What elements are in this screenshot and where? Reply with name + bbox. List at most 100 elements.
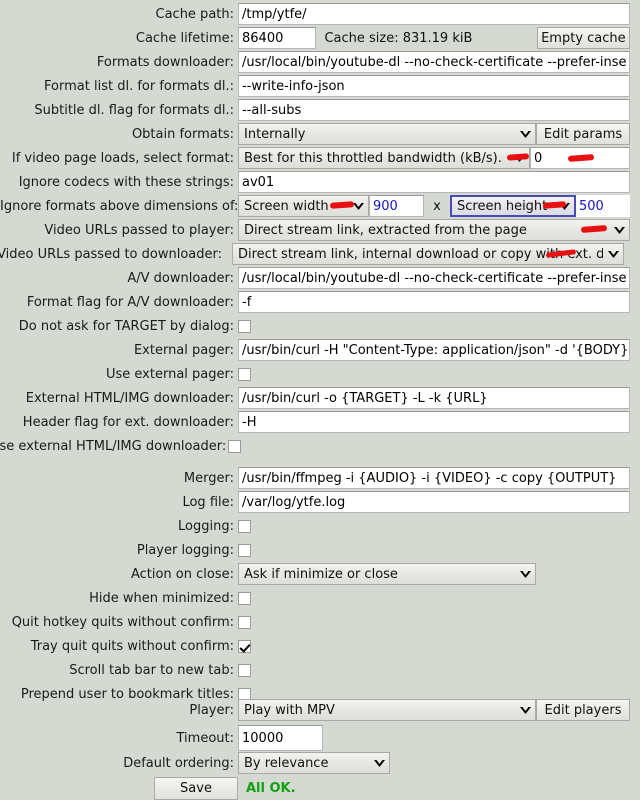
status-message: All OK. xyxy=(246,780,296,796)
screen-width-value: Screen width xyxy=(244,198,329,214)
screen-height-value: Screen height xyxy=(457,198,548,214)
row-header-flag: Header flag for ext. downloader: -H xyxy=(0,410,640,434)
screen-height-input[interactable]: 500 xyxy=(576,195,630,217)
chevron-down-icon xyxy=(509,154,529,163)
dimension-separator: x xyxy=(433,198,441,214)
player-logging-checkbox[interactable] xyxy=(238,543,251,557)
logging-checkbox[interactable] xyxy=(238,519,251,533)
ignore-codecs-input[interactable]: av01 xyxy=(238,171,630,193)
merger-input[interactable]: /usr/bin/ffmpeg -i {AUDIO} -i {VIDEO} -c… xyxy=(238,467,630,489)
chevron-down-icon xyxy=(348,202,368,211)
row-default-ordering: Default ordering: By relevance xyxy=(0,752,640,774)
label-logging: Logging: xyxy=(178,518,234,534)
action-on-close-select[interactable]: Ask if minimize or close xyxy=(238,563,536,585)
row-formats-downloader: Formats downloader: /usr/local/bin/youtu… xyxy=(0,50,640,74)
label-format-flag: Format flag for A/V downloader: xyxy=(26,294,234,310)
label-subtitle-flag: Subtitle dl. flag for formats dl.: xyxy=(34,102,234,118)
cache-path-input[interactable]: /tmp/ytfe/ xyxy=(238,3,630,25)
edit-players-button[interactable]: Edit players xyxy=(536,699,630,721)
row-scroll-tab-bar: Scroll tab bar to new tab: xyxy=(0,658,640,682)
header-flag-input[interactable]: -H xyxy=(238,411,630,433)
label-urls-downloader: Video URLs passed to downloader: xyxy=(0,246,222,262)
obtain-formats-select[interactable]: Internally xyxy=(238,123,536,145)
label-ignore-dimensions: Ignore formats above dimensions of: xyxy=(0,198,239,214)
subtitle-flag-input[interactable]: --all-subs xyxy=(238,99,630,121)
row-obtain-formats: Obtain formats: Internally Edit params xyxy=(0,122,640,146)
chevron-down-icon xyxy=(609,226,629,235)
row-format-list-flag: Format list dl. for formats dl.: --write… xyxy=(0,74,640,98)
row-player: Player: Play with MPV Edit players xyxy=(0,698,640,722)
row-ignore-dimensions: Ignore formats above dimensions of: Scre… xyxy=(0,194,640,218)
empty-cache-button[interactable]: Empty cache xyxy=(536,27,630,49)
label-default-ordering: Default ordering: xyxy=(123,755,234,771)
save-button[interactable]: Save xyxy=(154,776,238,800)
quit-hotkey-checkbox[interactable] xyxy=(238,615,251,629)
no-target-dialog-checkbox[interactable] xyxy=(238,319,251,333)
formats-downloader-input[interactable]: /usr/local/bin/youtube-dl --no-check-cer… xyxy=(238,51,630,73)
player-select[interactable]: Play with MPV xyxy=(238,699,536,721)
label-header-flag: Header flag for ext. downloader: xyxy=(22,414,234,430)
default-ordering-select[interactable]: By relevance xyxy=(238,752,390,774)
row-select-format: If video page loads, select format: Best… xyxy=(0,146,640,170)
row-use-external-html-downloader: Use external HTML/IMG downloader: xyxy=(0,434,640,458)
screen-width-input[interactable]: 900 xyxy=(369,195,424,217)
av-downloader-input[interactable]: /usr/local/bin/youtube-dl --no-check-cer… xyxy=(238,267,630,289)
row-save: Save All OK. xyxy=(0,776,640,800)
row-use-external-pager: Use external pager: xyxy=(0,362,640,386)
action-on-close-value: Ask if minimize or close xyxy=(244,566,398,582)
urls-downloader-select[interactable]: Direct stream link, internal download or… xyxy=(232,243,624,265)
label-quit-hotkey: Quit hotkey quits without confirm: xyxy=(11,614,234,630)
label-player: Player: xyxy=(189,702,234,718)
obtain-formats-value: Internally xyxy=(244,126,306,142)
row-quit-hotkey: Quit hotkey quits without confirm: xyxy=(0,610,640,634)
chevron-down-icon xyxy=(515,706,535,715)
row-av-downloader: A/V downloader: /usr/local/bin/youtube-d… xyxy=(0,266,640,290)
row-tray-quit: Tray quit quits without confirm: xyxy=(0,634,640,658)
preferences-panel: Cache path: /tmp/ytfe/ Cache lifetime: 8… xyxy=(0,0,640,800)
label-obtain-formats: Obtain formats: xyxy=(131,126,234,142)
screen-width-select[interactable]: Screen width xyxy=(238,195,369,217)
label-use-external-html-downloader: Use external HTML/IMG downloader: xyxy=(0,438,227,454)
select-format-select[interactable]: Best for this throttled bandwidth (kB/s)… xyxy=(238,147,530,169)
cache-size-text: Cache size: 831.19 kiB xyxy=(324,30,473,46)
row-cache-lifetime: Cache lifetime: 86400 Cache size: 831.19… xyxy=(0,26,640,50)
edit-params-button[interactable]: Edit params xyxy=(536,123,630,145)
use-external-pager-checkbox[interactable] xyxy=(238,367,251,381)
player-value: Play with MPV xyxy=(244,702,335,718)
row-external-pager: External pager: /usr/bin/curl -H "Conten… xyxy=(0,338,640,362)
tray-quit-checkbox[interactable] xyxy=(238,639,251,653)
label-cache-lifetime: Cache lifetime: xyxy=(135,30,234,46)
external-pager-input[interactable]: /usr/bin/curl -H "Content-Type: applicat… xyxy=(238,339,630,361)
label-av-downloader: A/V downloader: xyxy=(127,270,234,286)
cache-lifetime-input[interactable]: 86400 xyxy=(238,27,317,49)
log-file-input[interactable]: /var/log/ytfe.log xyxy=(238,491,630,513)
row-logging: Logging: xyxy=(0,514,640,538)
row-subtitle-flag: Subtitle dl. flag for formats dl.: --all… xyxy=(0,98,640,122)
row-format-flag: Format flag for A/V downloader: -f xyxy=(0,290,640,314)
label-use-external-pager: Use external pager: xyxy=(105,366,234,382)
use-external-html-downloader-checkbox[interactable] xyxy=(228,439,241,453)
label-format-list-flag: Format list dl. for formats dl.: xyxy=(44,78,234,94)
label-cache-path: Cache path: xyxy=(155,6,235,22)
label-formats-downloader: Formats downloader: xyxy=(96,54,234,70)
screen-height-select[interactable]: Screen height xyxy=(450,195,576,217)
throttled-bandwidth-input[interactable]: 0 xyxy=(530,147,630,169)
timeout-input[interactable]: 10000 xyxy=(238,725,323,751)
row-player-logging: Player logging: xyxy=(0,538,640,562)
label-external-pager: External pager: xyxy=(133,342,234,358)
format-list-flag-input[interactable]: --write-info-json xyxy=(238,75,630,97)
label-urls-player: Video URLs passed to player: xyxy=(44,222,234,238)
scroll-tab-bar-checkbox[interactable] xyxy=(238,663,251,677)
chevron-down-icon xyxy=(515,570,535,579)
urls-downloader-value: Direct stream link, internal download or… xyxy=(238,246,603,262)
format-flag-input[interactable]: -f xyxy=(238,291,630,313)
default-ordering-value: By relevance xyxy=(244,755,329,771)
label-select-format: If video page loads, select format: xyxy=(11,150,234,166)
external-html-downloader-input[interactable]: /usr/bin/curl -o {TARGET} -L -k {URL} xyxy=(238,387,630,409)
hide-when-minimized-checkbox[interactable] xyxy=(238,591,251,605)
label-tray-quit: Tray quit quits without confirm: xyxy=(30,638,234,654)
row-hide-when-minimized: Hide when minimized: xyxy=(0,586,640,610)
label-external-html-downloader: External HTML/IMG downloader: xyxy=(25,390,234,406)
chevron-down-icon xyxy=(369,759,389,768)
urls-player-select[interactable]: Direct stream link, extracted from the p… xyxy=(238,219,630,241)
